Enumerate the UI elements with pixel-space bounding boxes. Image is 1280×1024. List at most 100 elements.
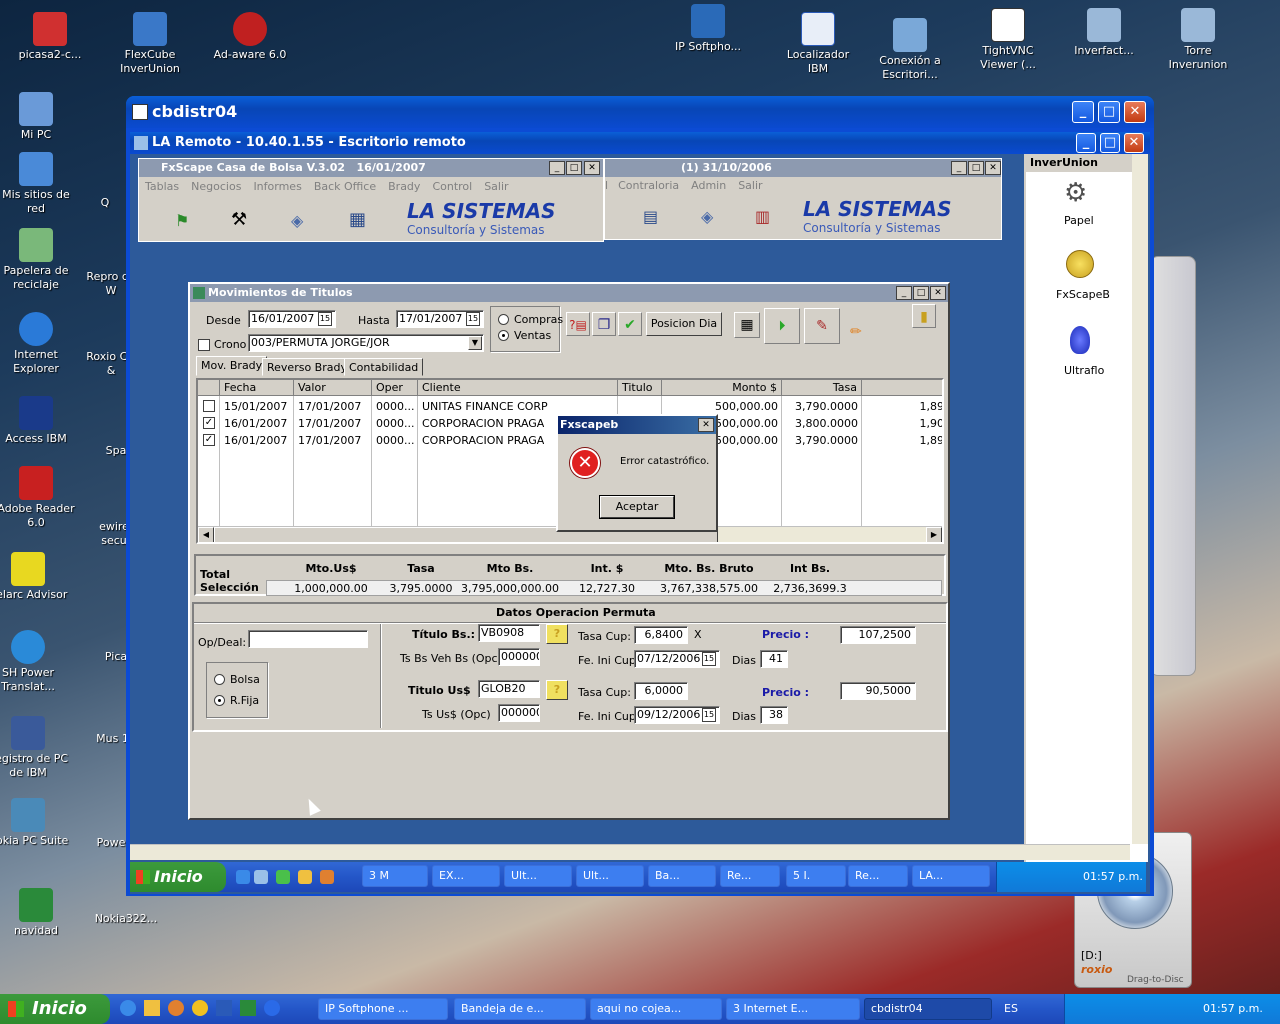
tab-mov-brady[interactable]: Mov. Brady xyxy=(196,356,268,376)
desktop-icon-navidad[interactable]: navidad xyxy=(0,888,78,938)
inner-taskbar-item[interactable]: LA... xyxy=(912,865,990,887)
start-button[interactable]: Inicio xyxy=(0,994,110,1024)
desktop-icon-flexcube[interactable]: FlexCube InverUnion xyxy=(108,12,192,76)
scroll-right-icon[interactable]: ▶ xyxy=(926,527,942,542)
ventas-radio[interactable] xyxy=(498,330,509,341)
desktop-icon-belarc[interactable]: Belarc Advisor xyxy=(0,552,70,602)
remote-titlebar[interactable]: LA Remoto - 10.40.1.55 - Escritorio remo… xyxy=(130,132,1150,154)
desktop-icon-mipc[interactable]: Mi PC xyxy=(0,92,78,142)
second-maximize-button[interactable]: □ xyxy=(968,161,984,175)
remote-minimize-button[interactable]: _ xyxy=(1076,133,1096,153)
second-app-titlebar[interactable]: (1) 31/10/2006 xyxy=(605,159,1001,177)
tool-book-icon[interactable]: ◈ xyxy=(291,211,303,230)
remote-close-button[interactable]: ✕ xyxy=(1124,133,1144,153)
dialog-titlebar[interactable]: Fxscapeb xyxy=(558,416,716,434)
col-fecha[interactable]: Fecha xyxy=(220,380,294,396)
fxscape-maximize-button[interactable]: □ xyxy=(566,161,582,175)
aceptar-button[interactable]: Aceptar xyxy=(599,495,675,519)
tool-grid-icon[interactable]: ▤ xyxy=(643,207,658,226)
quicklaunch-icon[interactable] xyxy=(320,870,334,884)
dialog-close-button[interactable]: ✕ xyxy=(698,418,714,432)
col-titulo[interactable]: Titulo xyxy=(618,380,662,396)
menu-informes[interactable]: Informes xyxy=(253,180,301,193)
edit-button[interactable]: ✎ xyxy=(804,308,840,344)
remote-hscrollbar[interactable] xyxy=(130,844,1130,860)
desktop-icon-localizador[interactable]: Localizador IBM xyxy=(776,12,860,76)
col-monto[interactable]: Monto $ xyxy=(662,380,782,396)
language-indicator[interactable]: ES xyxy=(1004,1002,1018,1015)
titulo-bs-field[interactable]: VB0908 xyxy=(478,624,540,642)
inner-taskbar-item[interactable]: 5 I. xyxy=(786,865,846,887)
desktop-icon-inverfact[interactable]: Inverfact... xyxy=(1062,8,1146,58)
compras-radio[interactable] xyxy=(498,314,509,325)
tasa-cup-field-1[interactable]: 6,8400 xyxy=(634,626,688,644)
desktop-icon-nokia322[interactable]: Nokia322... xyxy=(86,912,166,926)
grid-button[interactable]: ▦ xyxy=(734,312,760,338)
tool-book2-icon[interactable]: ◈ xyxy=(701,207,713,226)
minimize-button[interactable]: _ xyxy=(1072,101,1094,123)
mov-minimize-button[interactable]: _ xyxy=(896,286,912,300)
word-icon[interactable] xyxy=(216,1000,232,1016)
quicklaunch-icon[interactable] xyxy=(298,870,312,884)
second-minimize-button[interactable]: _ xyxy=(951,161,967,175)
menu-brady[interactable]: Brady xyxy=(388,180,420,193)
inner-taskbar-item[interactable]: Re... xyxy=(720,865,780,887)
col-tasa[interactable]: Tasa xyxy=(782,380,862,396)
titulo-bs-help-button[interactable]: ? xyxy=(546,624,568,644)
menu-salir2[interactable]: Salir xyxy=(738,179,762,192)
precio-field-1[interactable]: 107,2500 xyxy=(840,626,916,644)
inner-taskbar-item[interactable]: Re... xyxy=(848,865,908,887)
inner-taskbar-item[interactable]: 3 M xyxy=(362,865,428,887)
menu-tablas[interactable]: Tablas xyxy=(145,180,179,193)
calendar-icon[interactable]: 15 xyxy=(702,708,716,722)
tool-calc-icon[interactable]: ▦ xyxy=(349,209,366,230)
windows-button[interactable]: ❐ xyxy=(592,312,616,336)
calendar-icon[interactable]: 15 xyxy=(318,312,332,326)
taskbar-item[interactable]: cbdistr04 xyxy=(864,998,992,1020)
col-cliente[interactable]: Cliente xyxy=(418,380,618,396)
quicklaunch-icon[interactable] xyxy=(254,870,268,884)
menu-admin[interactable]: Admin xyxy=(691,179,726,192)
desktop-icon-registro[interactable]: Registro de PC de IBM xyxy=(0,716,70,780)
taskbar-item[interactable]: aqui no cojea... xyxy=(590,998,722,1020)
desktop-icon-translator[interactable]: SH Power Translat... xyxy=(0,630,70,694)
row-checkbox[interactable]: ✓ xyxy=(203,417,215,429)
second-close-button[interactable]: ✕ xyxy=(985,161,1001,175)
info-icon[interactable] xyxy=(264,1000,280,1016)
desktop-icon-adaware[interactable]: Ad-aware 6.0 xyxy=(208,12,292,62)
remote-maximize-button[interactable]: □ xyxy=(1100,133,1120,153)
dias-field-2[interactable]: 38 xyxy=(760,706,788,724)
maximize-button[interactable]: □ xyxy=(1098,101,1120,123)
mov-maximize-button[interactable]: □ xyxy=(913,286,929,300)
taskbar-item[interactable]: Bandeja de e... xyxy=(454,998,586,1020)
inner-taskbar-item[interactable]: Ult... xyxy=(504,865,572,887)
desktop-icon-red[interactable]: Mis sitios de red xyxy=(0,152,78,216)
papel-label[interactable]: Papel xyxy=(1064,214,1094,227)
inner-start-button[interactable]: Inicio xyxy=(130,862,226,892)
scroll-left-icon[interactable]: ◀ xyxy=(198,527,214,542)
movimientos-titlebar[interactable]: Movimientos de Titulos xyxy=(190,284,948,302)
desktop-icon-accessibm[interactable]: Access IBM xyxy=(0,396,78,446)
inner-taskbar-item[interactable]: Ult... xyxy=(576,865,644,887)
desktop-icon-papelera[interactable]: Papelera de reciclaje xyxy=(0,228,78,292)
tool-chart-icon[interactable]: ▥ xyxy=(755,207,770,226)
table-row[interactable]: 15/01/2007 17/01/2007 0000... UNITAS FINANC… xyxy=(198,398,942,415)
posicion-dia-button[interactable]: Posicion Dia xyxy=(646,312,722,336)
desktop-icon-remote[interactable]: Conexión a Escritori... xyxy=(868,18,952,82)
desktop-icon-q[interactable]: Q xyxy=(80,196,130,210)
fxscape-close-button[interactable]: ✕ xyxy=(584,161,600,175)
tool-run-icon[interactable]: ⚑ xyxy=(175,211,189,230)
close-x-mark[interactable]: X xyxy=(694,628,702,641)
titulo-us-help-button[interactable]: ? xyxy=(546,680,568,700)
chevron-down-icon[interactable]: ▼ xyxy=(468,336,482,350)
excel-icon[interactable] xyxy=(240,1000,256,1016)
ie-icon[interactable] xyxy=(120,1000,136,1016)
close-button[interactable]: ✕ xyxy=(1124,101,1146,123)
remote-vscrollbar[interactable] xyxy=(1132,154,1148,844)
checkmark-button[interactable]: ✔ xyxy=(618,312,642,336)
menu-contraloria[interactable]: Contraloria xyxy=(618,179,679,192)
crono-select[interactable]: 003/PERMUTA JORGE/JOR xyxy=(248,334,484,352)
gear-icon[interactable]: ⚙ xyxy=(1064,178,1087,208)
crono-checkbox[interactable] xyxy=(198,339,210,351)
menu-salir[interactable]: Salir xyxy=(484,180,508,193)
